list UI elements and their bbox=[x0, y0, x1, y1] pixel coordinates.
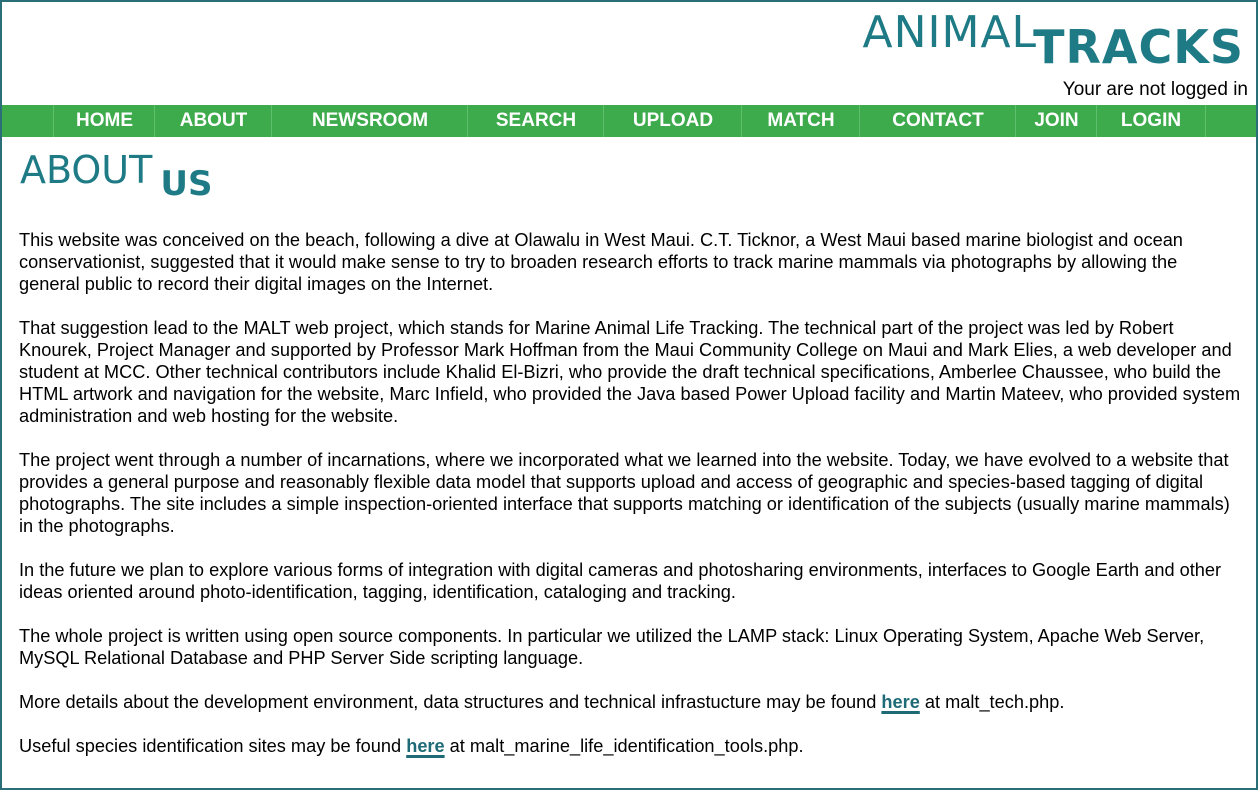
page-title-us: US bbox=[160, 164, 213, 204]
nav-about[interactable]: ABOUT bbox=[154, 105, 272, 137]
paragraph-evolution: The project went through a number of inc… bbox=[19, 450, 1230, 536]
nav-join[interactable]: JOIN bbox=[1015, 105, 1097, 137]
nav-home[interactable]: HOME bbox=[53, 105, 155, 137]
logo-tracks-text: TRACKS bbox=[1033, 20, 1244, 74]
tech-details-link[interactable]: here bbox=[881, 692, 919, 712]
paragraph-species-tools: Useful species identification sites may … bbox=[19, 735, 1241, 757]
main-nav: HOME ABOUT NEWSROOM SEARCH UPLOAD MATCH … bbox=[2, 105, 1256, 137]
tech-details-text: More details about the development envir… bbox=[19, 692, 882, 712]
species-tools-suffix: at malt_marine_life_identification_tools… bbox=[444, 736, 804, 756]
nav-search[interactable]: SEARCH bbox=[467, 105, 604, 137]
paragraph-origin: This website was conceived on the beach,… bbox=[19, 230, 1183, 294]
page-title-about: ABOUT bbox=[20, 148, 153, 192]
paragraph-lamp-stack: The whole project is written using open … bbox=[19, 626, 1205, 668]
tech-details-suffix: at malt_tech.php. bbox=[919, 692, 1065, 712]
site-logo[interactable]: ANIMAL TRACKS bbox=[862, 8, 1244, 74]
nav-login[interactable]: LOGIN bbox=[1096, 105, 1206, 137]
nav-newsroom[interactable]: NEWSROOM bbox=[271, 105, 468, 137]
species-tools-text: Useful species identification sites may … bbox=[19, 736, 407, 756]
paragraph-malt-project: That suggestion lead to the MALT web pro… bbox=[19, 318, 1241, 426]
nav-contact[interactable]: CONTACT bbox=[859, 105, 1016, 137]
logo-animal-text: ANIMAL bbox=[862, 7, 1038, 58]
paragraph-tech-details: More details about the development envir… bbox=[19, 691, 1241, 713]
nav-match[interactable]: MATCH bbox=[741, 105, 860, 137]
species-tools-link[interactable]: here bbox=[406, 736, 444, 756]
about-content: This website was conceived on the beach,… bbox=[19, 229, 1241, 779]
login-status: Your are not logged in bbox=[1062, 79, 1248, 100]
paragraph-future: In the future we plan to explore various… bbox=[19, 560, 1222, 602]
page-frame: ANIMAL TRACKS Your are not logged in HOM… bbox=[0, 0, 1258, 790]
page-title: ABOUT US bbox=[20, 148, 212, 204]
nav-upload[interactable]: UPLOAD bbox=[603, 105, 742, 137]
